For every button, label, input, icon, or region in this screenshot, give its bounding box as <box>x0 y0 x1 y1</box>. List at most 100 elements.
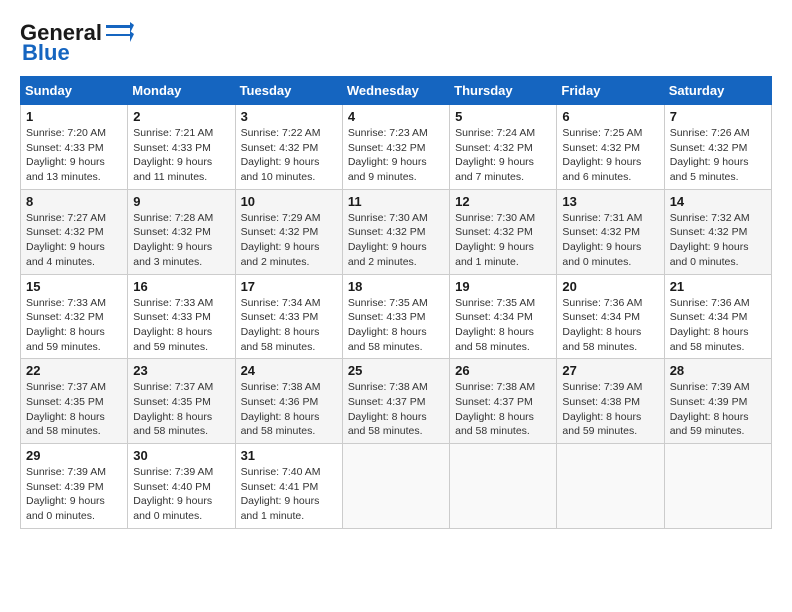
day-number: 31 <box>241 448 337 463</box>
calendar-week-5: 29Sunrise: 7:39 AM Sunset: 4:39 PM Dayli… <box>21 444 772 529</box>
day-info: Sunrise: 7:27 AM Sunset: 4:32 PM Dayligh… <box>26 211 122 270</box>
calendar-header-row: SundayMondayTuesdayWednesdayThursdayFrid… <box>21 77 772 105</box>
col-header-saturday: Saturday <box>664 77 771 105</box>
day-info: Sunrise: 7:39 AM Sunset: 4:39 PM Dayligh… <box>670 380 766 439</box>
calendar-cell: 20 Sunrise: 7:36 AM Sunset: 4:34 PM Dayli… <box>557 274 664 359</box>
day-info: Sunrise: 7:37 AM Sunset: 4:35 PM Dayligh… <box>133 380 229 439</box>
calendar-week-3: 15Sunrise: 7:33 AM Sunset: 4:32 PM Dayli… <box>21 274 772 359</box>
calendar-cell: 3 Sunrise: 7:22 AM Sunset: 4:32 PM Daylig… <box>235 105 342 190</box>
col-header-thursday: Thursday <box>450 77 557 105</box>
col-header-friday: Friday <box>557 77 664 105</box>
calendar-cell: 5 Sunrise: 7:24 AM Sunset: 4:32 PM Daylig… <box>450 105 557 190</box>
day-number: 16 <box>133 279 229 294</box>
day-number: 12 <box>455 194 551 209</box>
day-info: Sunrise: 7:39 AM Sunset: 4:40 PM Dayligh… <box>133 465 229 524</box>
day-info: Sunrise: 7:22 AM Sunset: 4:32 PM Dayligh… <box>241 126 337 185</box>
day-info: Sunrise: 7:23 AM Sunset: 4:32 PM Dayligh… <box>348 126 444 185</box>
day-info: Sunrise: 7:20 AM Sunset: 4:33 PM Dayligh… <box>26 126 122 185</box>
day-number: 22 <box>26 363 122 378</box>
day-number: 26 <box>455 363 551 378</box>
day-number: 28 <box>670 363 766 378</box>
day-number: 20 <box>562 279 658 294</box>
day-number: 30 <box>133 448 229 463</box>
calendar-cell: 12 Sunrise: 7:30 AM Sunset: 4:32 PM Dayli… <box>450 189 557 274</box>
calendar-cell <box>557 444 664 529</box>
calendar-week-4: 22 Sunrise: 7:37 AM Sunset: 4:35 PM Dayli… <box>21 359 772 444</box>
day-number: 13 <box>562 194 658 209</box>
day-number: 15 <box>26 279 122 294</box>
day-info: Sunrise: 7:31 AM Sunset: 4:32 PM Dayligh… <box>562 211 658 270</box>
day-info: Sunrise: 7:40 AM Sunset: 4:41 PM Dayligh… <box>241 465 337 524</box>
calendar-cell <box>664 444 771 529</box>
calendar-cell: 25 Sunrise: 7:38 AM Sunset: 4:37 PM Dayli… <box>342 359 449 444</box>
day-number: 8 <box>26 194 122 209</box>
day-number: 5 <box>455 109 551 124</box>
calendar-cell: 18Sunrise: 7:35 AM Sunset: 4:33 PM Dayli… <box>342 274 449 359</box>
calendar-cell: 21 Sunrise: 7:36 AM Sunset: 4:34 PM Dayli… <box>664 274 771 359</box>
day-number: 14 <box>670 194 766 209</box>
day-number: 17 <box>241 279 337 294</box>
day-number: 3 <box>241 109 337 124</box>
day-info: Sunrise: 7:21 AM Sunset: 4:33 PM Dayligh… <box>133 126 229 185</box>
calendar-cell: 17Sunrise: 7:34 AM Sunset: 4:33 PM Dayli… <box>235 274 342 359</box>
day-number: 1 <box>26 109 122 124</box>
day-info: Sunrise: 7:28 AM Sunset: 4:32 PM Dayligh… <box>133 211 229 270</box>
day-info: Sunrise: 7:38 AM Sunset: 4:37 PM Dayligh… <box>455 380 551 439</box>
day-info: Sunrise: 7:25 AM Sunset: 4:32 PM Dayligh… <box>562 126 658 185</box>
day-number: 11 <box>348 194 444 209</box>
day-info: Sunrise: 7:30 AM Sunset: 4:32 PM Dayligh… <box>455 211 551 270</box>
day-info: Sunrise: 7:36 AM Sunset: 4:34 PM Dayligh… <box>562 296 658 355</box>
calendar-cell: 23 Sunrise: 7:37 AM Sunset: 4:35 PM Dayli… <box>128 359 235 444</box>
day-info: Sunrise: 7:36 AM Sunset: 4:34 PM Dayligh… <box>670 296 766 355</box>
day-info: Sunrise: 7:26 AM Sunset: 4:32 PM Dayligh… <box>670 126 766 185</box>
calendar-cell: 4 Sunrise: 7:23 AM Sunset: 4:32 PM Daylig… <box>342 105 449 190</box>
page-header: General Blue <box>20 20 772 66</box>
calendar-cell: 14 Sunrise: 7:32 AM Sunset: 4:32 PM Dayli… <box>664 189 771 274</box>
calendar-cell <box>342 444 449 529</box>
calendar-cell: 16Sunrise: 7:33 AM Sunset: 4:33 PM Dayli… <box>128 274 235 359</box>
day-number: 25 <box>348 363 444 378</box>
logo-arrow-icon <box>102 22 134 44</box>
day-number: 27 <box>562 363 658 378</box>
day-info: Sunrise: 7:39 AM Sunset: 4:38 PM Dayligh… <box>562 380 658 439</box>
day-info: Sunrise: 7:38 AM Sunset: 4:36 PM Dayligh… <box>241 380 337 439</box>
day-info: Sunrise: 7:37 AM Sunset: 4:35 PM Dayligh… <box>26 380 122 439</box>
day-info: Sunrise: 7:29 AM Sunset: 4:32 PM Dayligh… <box>241 211 337 270</box>
day-info: Sunrise: 7:38 AM Sunset: 4:37 PM Dayligh… <box>348 380 444 439</box>
calendar-cell: 2 Sunrise: 7:21 AM Sunset: 4:33 PM Daylig… <box>128 105 235 190</box>
calendar-cell: 30 Sunrise: 7:39 AM Sunset: 4:40 PM Dayli… <box>128 444 235 529</box>
col-header-tuesday: Tuesday <box>235 77 342 105</box>
day-number: 21 <box>670 279 766 294</box>
col-header-wednesday: Wednesday <box>342 77 449 105</box>
col-header-sunday: Sunday <box>21 77 128 105</box>
logo-text-blue: Blue <box>22 40 70 66</box>
calendar-cell <box>450 444 557 529</box>
day-info: Sunrise: 7:32 AM Sunset: 4:32 PM Dayligh… <box>670 211 766 270</box>
day-number: 6 <box>562 109 658 124</box>
day-info: Sunrise: 7:35 AM Sunset: 4:34 PM Dayligh… <box>455 296 551 355</box>
calendar-week-2: 8 Sunrise: 7:27 AM Sunset: 4:32 PM Daylig… <box>21 189 772 274</box>
logo: General Blue <box>20 20 134 66</box>
calendar-cell: 28 Sunrise: 7:39 AM Sunset: 4:39 PM Dayli… <box>664 359 771 444</box>
day-number: 19 <box>455 279 551 294</box>
col-header-monday: Monday <box>128 77 235 105</box>
day-info: Sunrise: 7:39 AM Sunset: 4:39 PM Dayligh… <box>26 465 122 524</box>
calendar-cell: 22 Sunrise: 7:37 AM Sunset: 4:35 PM Dayli… <box>21 359 128 444</box>
day-number: 10 <box>241 194 337 209</box>
day-number: 24 <box>241 363 337 378</box>
calendar-cell: 7 Sunrise: 7:26 AM Sunset: 4:32 PM Daylig… <box>664 105 771 190</box>
day-info: Sunrise: 7:24 AM Sunset: 4:32 PM Dayligh… <box>455 126 551 185</box>
day-number: 7 <box>670 109 766 124</box>
calendar-cell: 13 Sunrise: 7:31 AM Sunset: 4:32 PM Dayli… <box>557 189 664 274</box>
day-number: 9 <box>133 194 229 209</box>
calendar-cell: 29Sunrise: 7:39 AM Sunset: 4:39 PM Dayli… <box>21 444 128 529</box>
calendar-cell: 26 Sunrise: 7:38 AM Sunset: 4:37 PM Dayli… <box>450 359 557 444</box>
calendar-cell: 24 Sunrise: 7:38 AM Sunset: 4:36 PM Dayli… <box>235 359 342 444</box>
calendar-cell: 11 Sunrise: 7:30 AM Sunset: 4:32 PM Dayli… <box>342 189 449 274</box>
day-info: Sunrise: 7:30 AM Sunset: 4:32 PM Dayligh… <box>348 211 444 270</box>
calendar-cell: 19 Sunrise: 7:35 AM Sunset: 4:34 PM Dayli… <box>450 274 557 359</box>
calendar-cell: 15Sunrise: 7:33 AM Sunset: 4:32 PM Dayli… <box>21 274 128 359</box>
day-number: 23 <box>133 363 229 378</box>
day-number: 2 <box>133 109 229 124</box>
day-number: 4 <box>348 109 444 124</box>
